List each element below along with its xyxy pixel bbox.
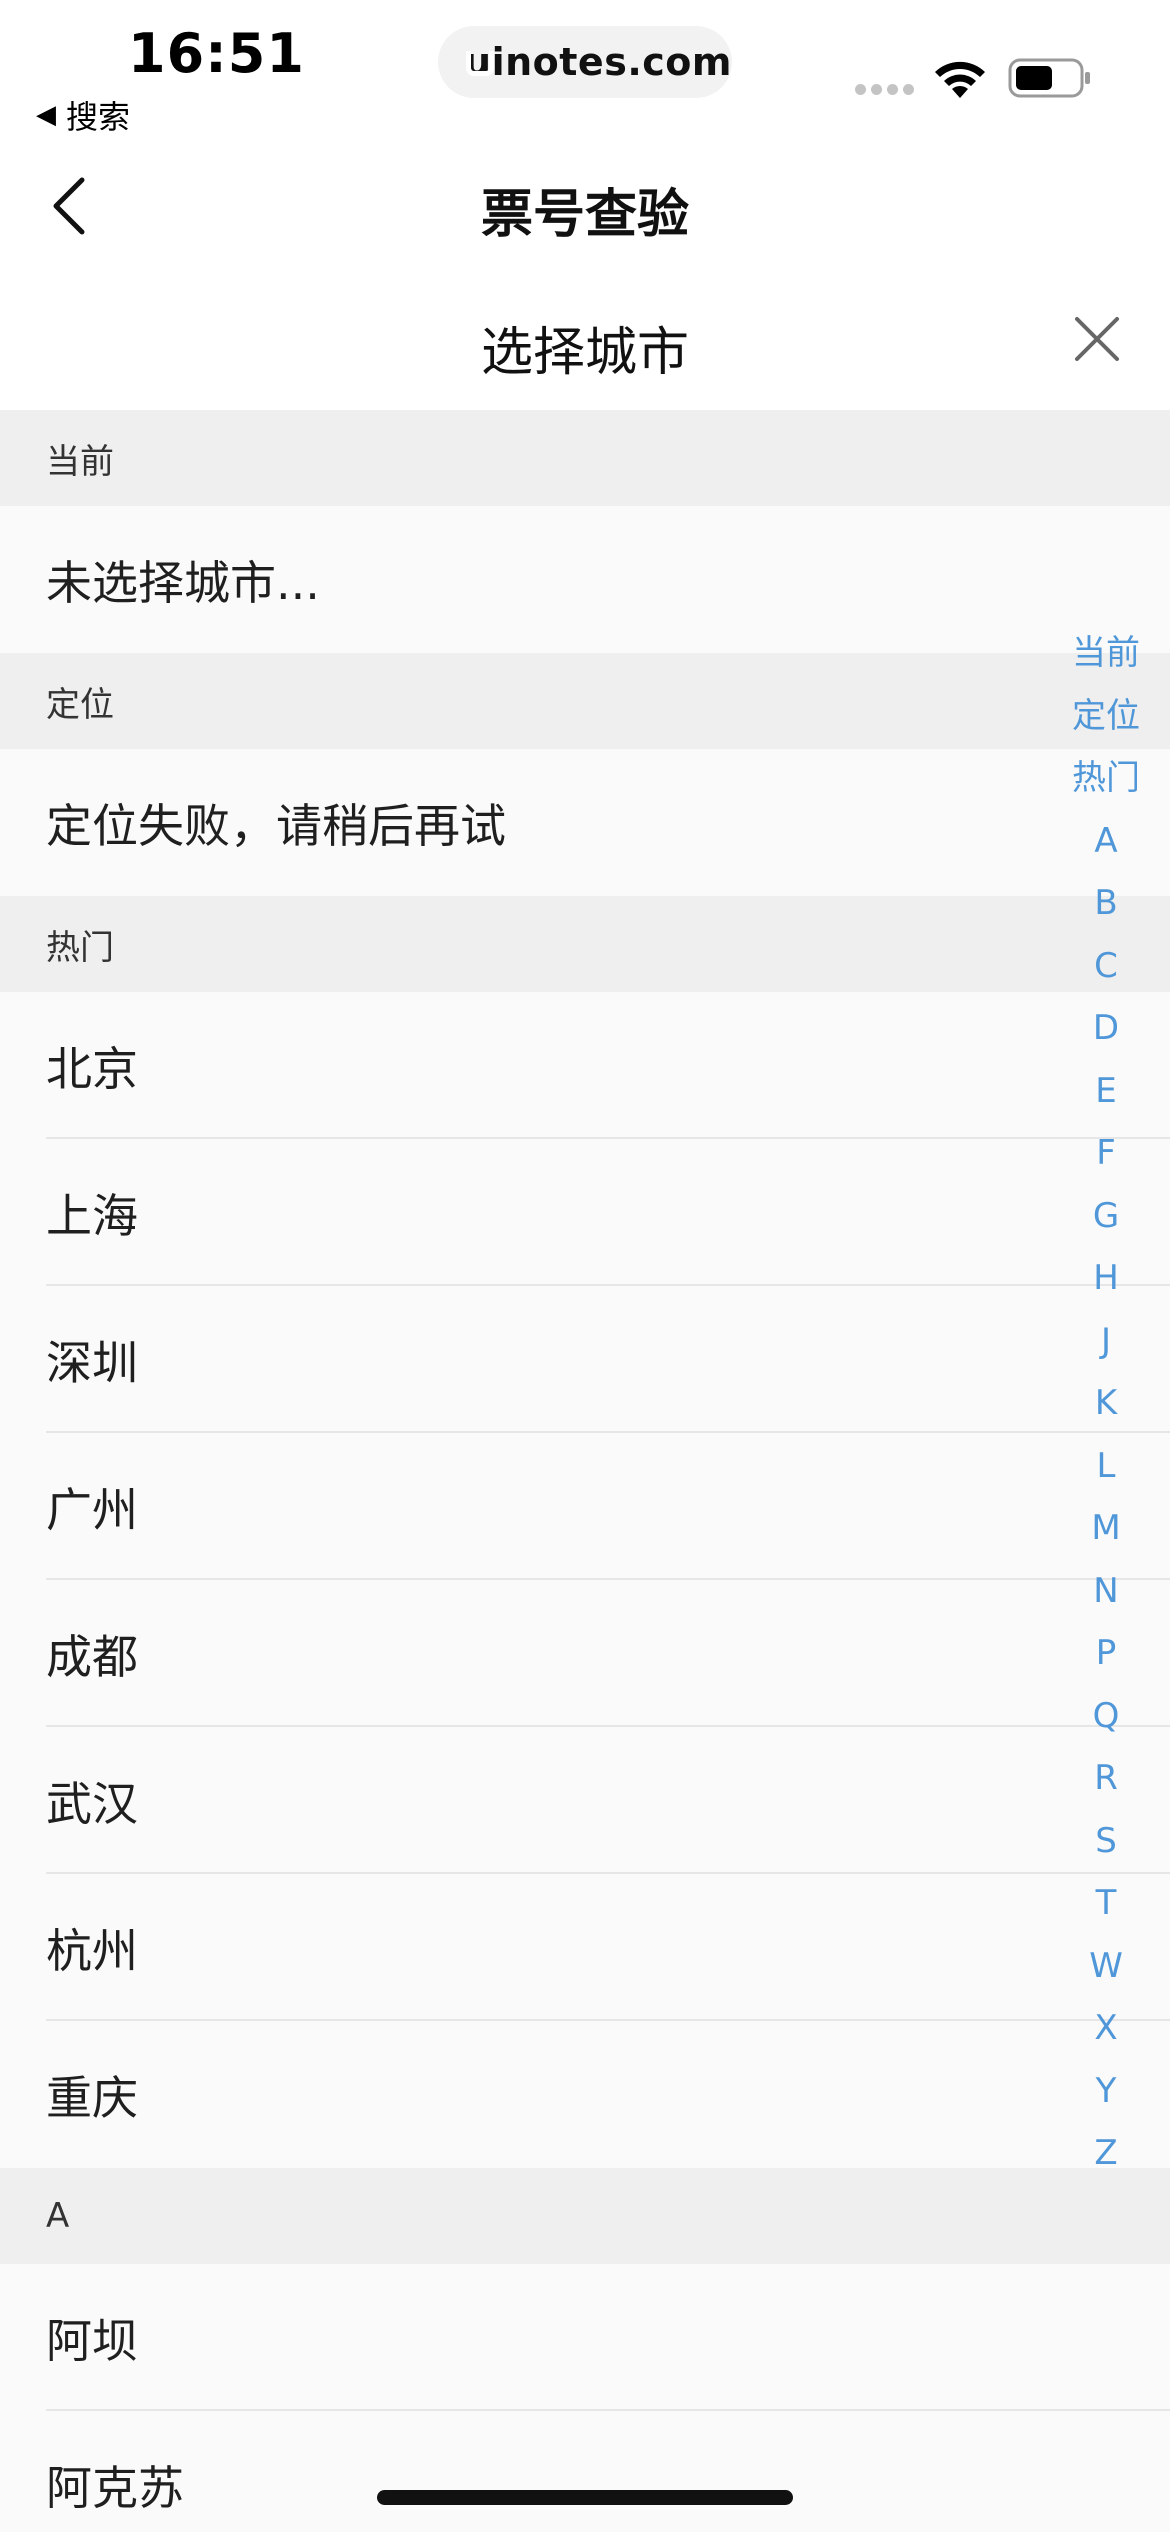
close-icon[interactable] xyxy=(1072,314,1122,364)
index-item[interactable]: K xyxy=(1095,1372,1117,1435)
status-bar: 16:51 ◀ 搜索 uinotes.com xyxy=(0,0,1170,140)
index-item[interactable]: E xyxy=(1095,1060,1116,1123)
status-time: 16:51 xyxy=(128,22,305,85)
index-item[interactable]: 热门 xyxy=(1072,747,1140,810)
index-item[interactable]: 定位 xyxy=(1072,685,1140,748)
index-item[interactable]: G xyxy=(1093,1185,1119,1248)
city-list: 当前 未选择城市... 定位 定位失败，请稍后再试 热门 北京 上海 深圳 广州 成都 武汉 杭州 重庆… xyxy=(0,410,1170,2532)
index-item[interactable]: D xyxy=(1093,997,1119,1060)
city-row[interactable]: 阿克苏 xyxy=(0,2411,1170,2532)
city-row[interactable]: 广州 xyxy=(0,1433,1170,1580)
home-indicator xyxy=(377,2490,793,2505)
status-row[interactable]: 未选择城市... xyxy=(0,506,1170,653)
index-item[interactable]: H xyxy=(1093,1247,1119,1310)
index-item[interactable]: M xyxy=(1091,1497,1120,1560)
url-text: uinotes.com xyxy=(464,40,732,84)
city-row[interactable]: 武汉 xyxy=(0,1727,1170,1874)
city-row[interactable]: 阿坝 xyxy=(0,2264,1170,2411)
index-item[interactable]: Z xyxy=(1094,2122,1117,2185)
back-to-search-label: 搜索 xyxy=(66,98,131,136)
index-item[interactable]: 当前 xyxy=(1072,622,1140,685)
page-title: 票号查验 xyxy=(480,185,689,245)
index-item[interactable]: F xyxy=(1096,1122,1116,1185)
status-row[interactable]: 定位失败，请稍后再试 xyxy=(0,749,1170,896)
index-item[interactable]: L xyxy=(1097,1435,1116,1498)
url-pill[interactable]: uinotes.com xyxy=(438,26,732,98)
city-row[interactable]: 北京 xyxy=(0,992,1170,1139)
wifi-icon xyxy=(935,61,985,98)
city-row[interactable]: 重庆 xyxy=(0,2021,1170,2168)
index-item[interactable]: N xyxy=(1093,1560,1118,1623)
index-item[interactable]: Q xyxy=(1093,1685,1120,1748)
index-item[interactable]: J xyxy=(1101,1310,1111,1373)
section-header: A xyxy=(0,2168,1170,2264)
index-item[interactable]: T xyxy=(1096,1872,1117,1935)
nav-bar: 票号查验 xyxy=(0,140,1170,270)
city-sheet-header: 选择城市 xyxy=(0,270,1170,410)
cellular-dots-icon xyxy=(855,84,914,95)
section-header: 当前 xyxy=(0,410,1170,506)
index-item[interactable]: W xyxy=(1089,1935,1123,1998)
index-item[interactable]: X xyxy=(1094,1997,1117,2060)
alphabet-index-bar[interactable]: 当前 定位 热门 A B C D E F G H J K L M N P Q R S T W X Y Z xyxy=(1066,622,1146,2185)
city-picker-page: 16:51 ◀ 搜索 uinotes.com 票号查验 选择城市 当前 未选择城… xyxy=(0,0,1170,2532)
city-row[interactable]: 深圳 xyxy=(0,1286,1170,1433)
back-to-search-link[interactable]: ◀ 搜索 xyxy=(36,92,130,138)
city-row[interactable]: 杭州 xyxy=(0,1874,1170,2021)
index-item[interactable]: P xyxy=(1096,1622,1117,1685)
index-item[interactable]: C xyxy=(1094,935,1118,998)
back-triangle-icon: ◀ xyxy=(36,100,56,130)
city-row[interactable]: 上海 xyxy=(0,1139,1170,1286)
index-item[interactable]: R xyxy=(1094,1747,1118,1810)
battery-icon xyxy=(1008,58,1090,98)
index-item[interactable]: B xyxy=(1094,872,1117,935)
section-header: 定位 xyxy=(0,653,1170,749)
sheet-title: 选择城市 xyxy=(480,323,689,383)
index-item[interactable]: A xyxy=(1094,810,1117,873)
section-header: 热门 xyxy=(0,896,1170,992)
index-item[interactable]: Y xyxy=(1096,2060,1117,2123)
index-item[interactable]: S xyxy=(1095,1810,1117,1873)
city-row[interactable]: 成都 xyxy=(0,1580,1170,1727)
